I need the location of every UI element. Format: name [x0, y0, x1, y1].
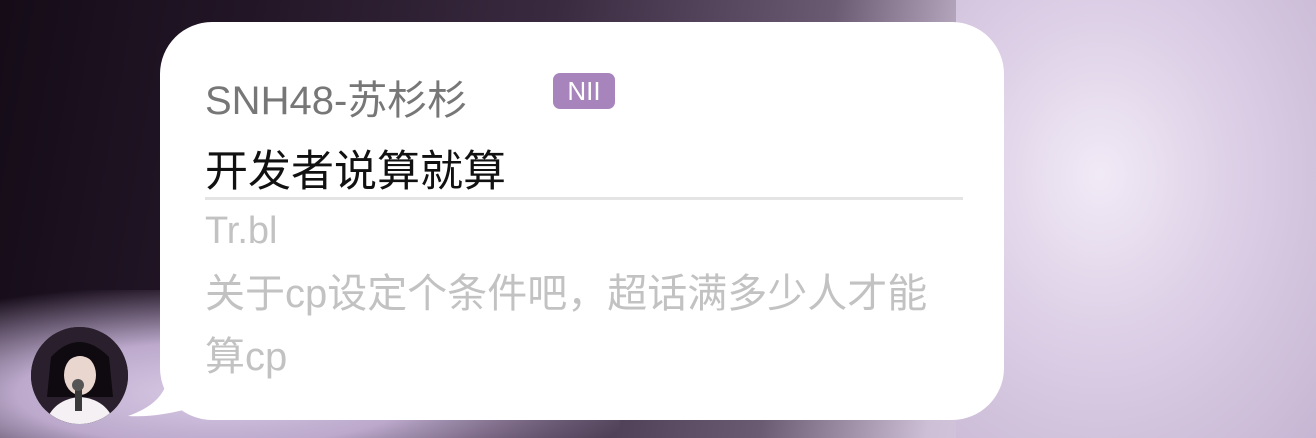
avatar[interactable] [31, 327, 128, 424]
comment-message: 开发者说算就算 [205, 148, 506, 196]
quoted-author[interactable]: Tr.bl [205, 210, 278, 253]
sender-name[interactable]: SNH48-苏杉杉 [205, 68, 467, 126]
team-badge: NII [553, 73, 615, 109]
divider [205, 197, 963, 200]
avatar-image [31, 327, 128, 424]
background-photo-right [956, 0, 1316, 438]
quoted-text: 关于cp设定个条件吧，超话满多少人才能算cp [205, 272, 928, 379]
